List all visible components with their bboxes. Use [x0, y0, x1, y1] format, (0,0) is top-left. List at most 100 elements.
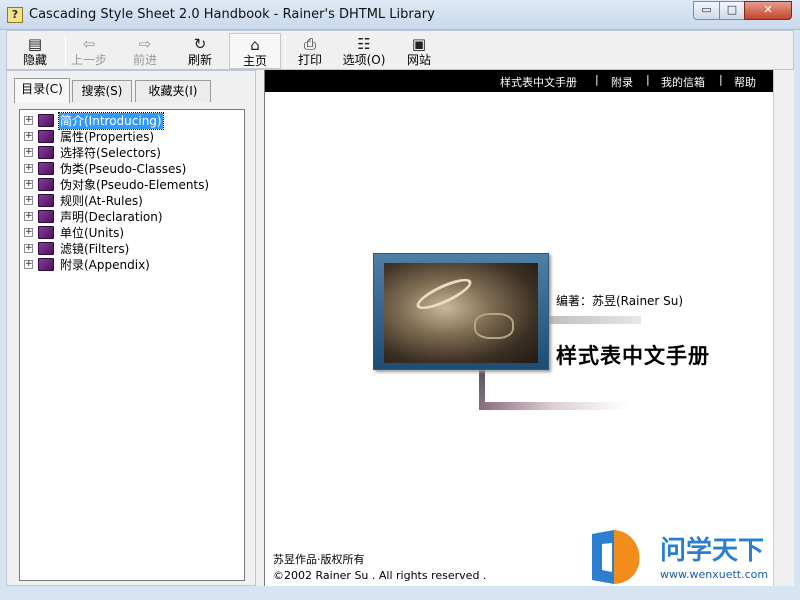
- decorative-bar: [479, 402, 629, 410]
- back-arrow-icon: ⇦: [82, 35, 96, 53]
- decorative-bar: [541, 316, 641, 324]
- hide-label: 隐藏: [22, 53, 47, 67]
- tree-item-label[interactable]: 属性(Properties): [59, 129, 155, 145]
- content-top-nav: 样式表中文手册 | 附录 | 我的信箱 | 帮助: [265, 70, 774, 92]
- options-label: 选项(O): [342, 53, 386, 67]
- tree-item[interactable]: + 伪类(Pseudo-Classes): [20, 161, 244, 177]
- watermark-text: 问学天下: [660, 536, 765, 566]
- website-button[interactable]: ▣ 网站: [393, 33, 445, 69]
- home-icon: ⌂: [250, 36, 260, 54]
- nav-link-mailbox[interactable]: 我的信箱: [661, 74, 705, 90]
- home-label: 主页: [242, 54, 267, 68]
- footer-copyright-cn: 苏昱作品·版权所有: [273, 553, 365, 566]
- expand-icon[interactable]: +: [24, 228, 33, 237]
- tree-item-label[interactable]: 规则(At-Rules): [59, 193, 144, 209]
- footer-copyright-en: ©2002 Rainer Su . All rights reserved .: [273, 569, 487, 582]
- minimize-icon: ▭: [701, 3, 712, 16]
- tree-item[interactable]: + 简介(Introducing): [20, 112, 244, 130]
- tree-item[interactable]: + 规则(At-Rules): [20, 193, 244, 209]
- tree-item[interactable]: + 伪对象(Pseudo-Elements): [20, 177, 244, 193]
- tab-search[interactable]: 搜索(S): [72, 80, 132, 102]
- tree-item[interactable]: + 滤镜(Filters): [20, 241, 244, 257]
- print-icon: ⎙: [303, 35, 316, 53]
- expand-icon[interactable]: +: [24, 164, 33, 173]
- toolbar: ▤ 隐藏 ⇦ 上一步 ⇨ 前进 ↻ 刷新 ⌂ 主页 ⎙ 打印 ☷ 选项(O) ▣…: [6, 30, 794, 70]
- tree-item-label[interactable]: 附录(Appendix): [59, 257, 151, 273]
- hide-button[interactable]: ▤ 隐藏: [9, 33, 61, 69]
- options-icon: ☷: [357, 35, 371, 53]
- tree-item[interactable]: + 附录(Appendix): [20, 257, 244, 273]
- tree-item-label[interactable]: 声明(Declaration): [59, 209, 164, 225]
- window-bottom-border: [0, 586, 800, 600]
- tree-item[interactable]: + 选择符(Selectors): [20, 145, 244, 161]
- editor-credit: 编著：苏昱(Rainer Su): [556, 294, 684, 308]
- cover-photo-detail: [474, 313, 514, 339]
- tree-item-label[interactable]: 选择符(Selectors): [59, 145, 162, 161]
- refresh-icon: ↻: [193, 35, 207, 53]
- tree-item[interactable]: + 声明(Declaration): [20, 209, 244, 225]
- cover-photo: [384, 263, 538, 363]
- book-icon: [38, 162, 54, 175]
- book-icon: [38, 242, 54, 255]
- tree-item-label[interactable]: 伪对象(Pseudo-Elements): [59, 177, 210, 193]
- cover-image-frame: [373, 253, 549, 370]
- print-label: 打印: [297, 53, 322, 67]
- home-button[interactable]: ⌂ 主页: [229, 33, 281, 69]
- book-icon: [38, 258, 54, 271]
- print-button[interactable]: ⎙ 打印: [284, 33, 336, 69]
- expand-icon[interactable]: +: [24, 116, 33, 125]
- watermark-logo: [592, 530, 640, 584]
- back-label: 上一步: [70, 53, 107, 67]
- forward-label: 前进: [132, 53, 157, 67]
- tab-favorites[interactable]: 收藏夹(I): [135, 80, 211, 102]
- navigation-pane: 目录(C) 搜索(S) 收藏夹(I) + 简介(Introducing) + 属…: [6, 70, 256, 586]
- contents-tree: + 简介(Introducing) + 属性(Properties) + 选择符…: [19, 109, 245, 581]
- tab-contents[interactable]: 目录(C): [14, 78, 70, 103]
- forward-arrow-icon: ⇨: [138, 35, 152, 53]
- expand-icon[interactable]: +: [24, 260, 33, 269]
- refresh-label: 刷新: [187, 53, 212, 67]
- cover-photo-detail: [413, 273, 475, 315]
- tree-item[interactable]: + 属性(Properties): [20, 129, 244, 145]
- nav-separator: |: [719, 73, 723, 86]
- tree-item-label[interactable]: 简介(Introducing): [58, 112, 164, 130]
- tree-item-label[interactable]: 单位(Units): [59, 225, 125, 241]
- nav-separator: |: [646, 73, 650, 86]
- expand-icon[interactable]: +: [24, 132, 33, 141]
- refresh-button[interactable]: ↻ 刷新: [174, 33, 226, 69]
- options-button[interactable]: ☷ 选项(O): [338, 33, 390, 69]
- tree-item[interactable]: + 单位(Units): [20, 225, 244, 241]
- forward-button[interactable]: ⇨ 前进: [119, 33, 171, 69]
- book-icon: [38, 210, 54, 223]
- nav-link-appendix[interactable]: 附录: [611, 74, 633, 90]
- nav-link-handbook[interactable]: 样式表中文手册: [500, 74, 577, 90]
- nav-link-help[interactable]: 帮助: [734, 74, 756, 90]
- expand-icon[interactable]: +: [24, 148, 33, 157]
- website-label: 网站: [406, 53, 431, 67]
- expand-icon[interactable]: +: [24, 212, 33, 221]
- book-icon: [38, 178, 54, 191]
- right-edge-panel: [773, 70, 794, 586]
- pane-splitter[interactable]: [256, 70, 264, 586]
- help-app-icon[interactable]: ?: [7, 7, 23, 23]
- book-icon: [38, 194, 54, 207]
- maximize-button[interactable]: □: [719, 1, 745, 20]
- hide-icon: ▤: [27, 35, 43, 53]
- expand-icon[interactable]: +: [24, 180, 33, 189]
- expand-icon[interactable]: +: [24, 196, 33, 205]
- expand-icon[interactable]: +: [24, 244, 33, 253]
- content-pane: 样式表中文手册 | 附录 | 我的信箱 | 帮助 编著：苏昱(Rainer Su…: [264, 70, 774, 586]
- title-bar: ? Cascading Style Sheet 2.0 Handbook - R…: [0, 0, 800, 30]
- nav-separator: |: [595, 73, 599, 86]
- tree-item-label[interactable]: 伪类(Pseudo-Classes): [59, 161, 187, 177]
- minimize-button[interactable]: ▭: [693, 1, 720, 20]
- watermark-url: www.wenxuett.com: [660, 568, 769, 581]
- book-icon: [38, 226, 54, 239]
- tree-item-label[interactable]: 滤镜(Filters): [59, 241, 130, 257]
- book-icon: [38, 114, 54, 127]
- book-icon: [38, 130, 54, 143]
- book-title: 样式表中文手册: [556, 343, 710, 368]
- book-icon: [38, 146, 54, 159]
- close-button[interactable]: ✕: [744, 1, 792, 20]
- back-button[interactable]: ⇦ 上一步: [63, 33, 115, 69]
